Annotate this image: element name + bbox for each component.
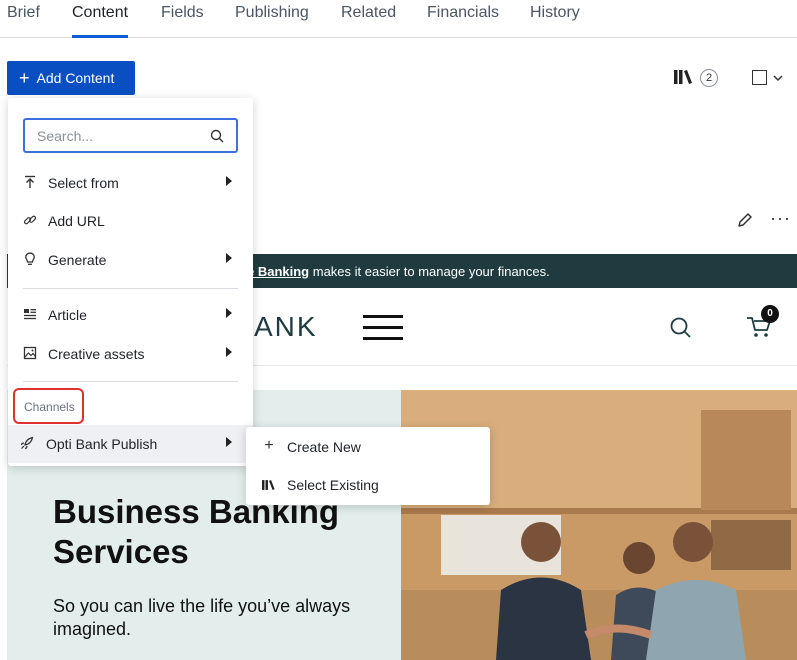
caret-right-icon — [226, 308, 232, 318]
link-icon — [23, 215, 37, 225]
library-icon — [262, 480, 275, 490]
tab-content[interactable]: Content — [72, 4, 129, 38]
add-content-menu: Select from Add URL Generate Article — [8, 98, 253, 466]
chevron-down-icon[interactable] — [772, 72, 784, 84]
menu-item-add-url[interactable]: Add URL — [8, 202, 253, 240]
add-content-button[interactable]: + Add Content — [7, 61, 135, 95]
menu-item-creative-assets[interactable]: Creative assets — [8, 335, 253, 373]
site-logo: ANK — [254, 311, 318, 342]
menu-item-label: Select from — [48, 175, 119, 191]
add-content-label: Add Content — [36, 70, 115, 86]
menu-item-label: Creative assets — [48, 346, 145, 362]
plus-icon: + — [19, 68, 30, 88]
menu-search-box[interactable] — [23, 118, 238, 153]
tab-financials[interactable]: Financials — [427, 4, 499, 36]
select-existing-item[interactable]: Select Existing — [246, 466, 490, 504]
caret-right-icon — [226, 253, 232, 263]
channel-submenu: + Create New Select Existing — [246, 427, 490, 505]
menu-item-opti-bank-publish[interactable]: Opti Bank Publish — [8, 425, 253, 463]
menu-divider — [23, 381, 238, 382]
promo-link[interactable]: e Banking — [247, 264, 309, 279]
plus-icon: + — [264, 437, 274, 454]
checkbox-icon[interactable] — [752, 70, 767, 85]
search-input[interactable] — [37, 126, 197, 146]
tab-brief[interactable]: Brief — [7, 4, 40, 36]
search-icon — [210, 129, 224, 143]
menu-item-generate[interactable]: Generate — [8, 241, 253, 279]
rocket-icon — [20, 436, 34, 450]
upload-icon — [25, 175, 35, 188]
menu-item-label: Add URL — [48, 213, 105, 229]
channels-section-label: Channels — [13, 388, 84, 424]
more-horizontal-icon[interactable]: ··· — [770, 208, 791, 229]
lightbulb-icon — [25, 252, 35, 265]
promo-rest: makes it easier to manage your finances. — [309, 264, 550, 279]
tab-publishing[interactable]: Publishing — [235, 4, 309, 36]
caret-right-icon — [226, 437, 232, 447]
tab-history[interactable]: History — [530, 4, 580, 36]
menu-item-label: Article — [48, 307, 87, 323]
hero-subtitle: So you can live the life you’ve always i… — [53, 596, 351, 639]
cart-count-badge: 0 — [761, 305, 779, 323]
image-icon — [23, 346, 37, 360]
tab-related[interactable]: Related — [341, 4, 396, 36]
menu-divider — [23, 288, 238, 289]
search-icon[interactable] — [669, 316, 693, 340]
caret-right-icon — [226, 176, 232, 186]
library-icon[interactable] — [674, 69, 694, 85]
tab-bar: Brief Content Fields Publishing Related … — [0, 0, 797, 38]
promo-text: e Banking makes it easier to manage your… — [247, 264, 550, 279]
menu-item-label: Generate — [48, 252, 107, 268]
pencil-icon[interactable] — [736, 211, 754, 229]
menu-item-article[interactable]: Article — [8, 296, 253, 334]
library-count-badge: 2 — [700, 69, 718, 87]
menu-item-select-from[interactable]: Select from — [8, 164, 253, 202]
menu-item-label: Opti Bank Publish — [46, 436, 158, 452]
select-existing-label: Select Existing — [287, 477, 379, 493]
article-icon — [24, 309, 36, 320]
hamburger-icon[interactable] — [363, 315, 403, 341]
tab-fields[interactable]: Fields — [161, 4, 204, 36]
create-new-label: Create New — [287, 439, 361, 455]
caret-right-icon — [226, 347, 232, 357]
create-new-item[interactable]: + Create New — [246, 428, 490, 466]
